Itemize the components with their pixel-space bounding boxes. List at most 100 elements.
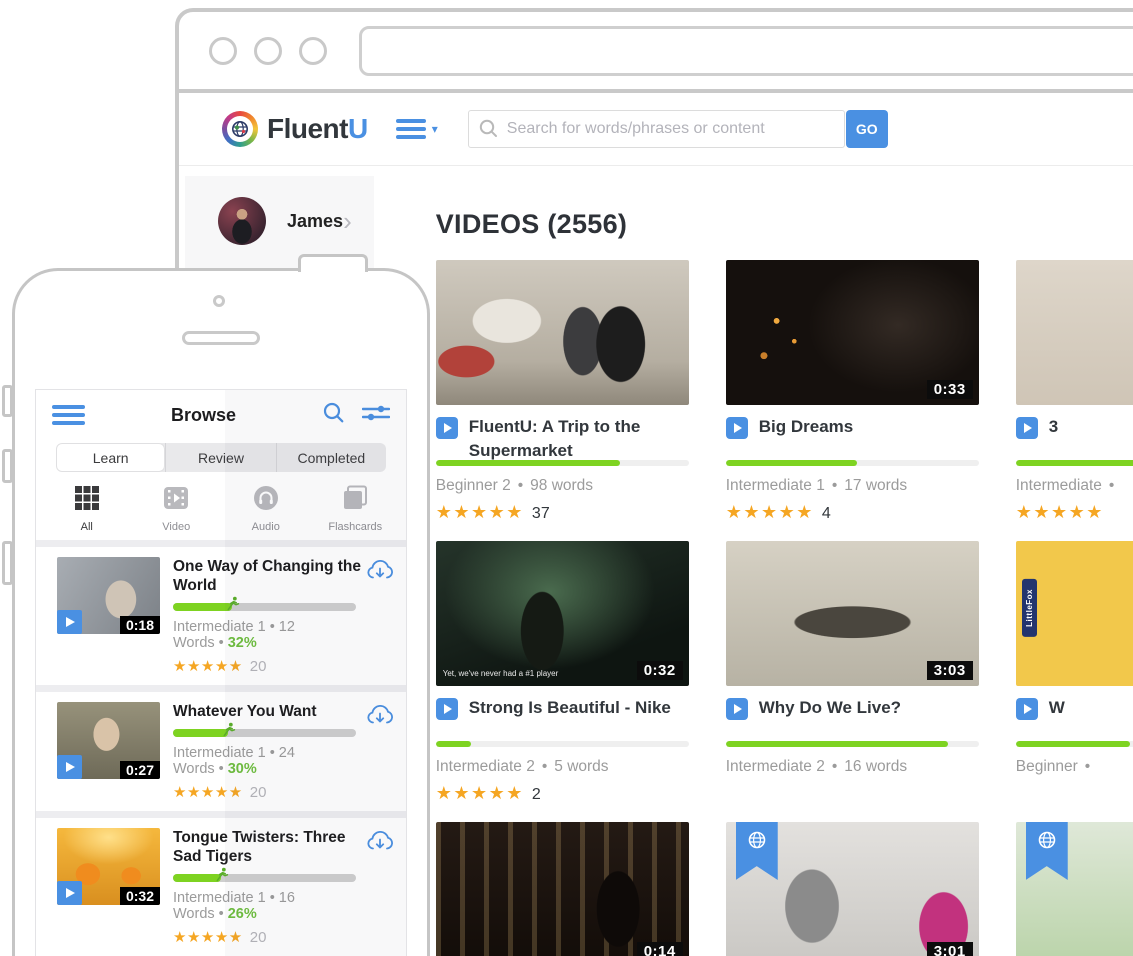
app-title: Browse [85,405,322,426]
video-thumbnail[interactable] [436,260,689,405]
lesson-thumbnail[interactable]: 0:27 [57,702,160,779]
audio-icon [253,485,279,516]
progress-bar [436,741,689,747]
video-card: Yet, we've never had a #1 player 0:32 St… [436,541,689,822]
progress-percent: 32% [228,635,257,651]
rating-count: 20 [250,658,267,675]
download-cloud-icon[interactable] [366,829,394,859]
video-meta: Intermediate 1•17 words [726,477,979,495]
app-hamburger-icon[interactable] [52,405,85,425]
progress-bar [173,729,356,737]
filter-video[interactable]: Video [141,485,211,533]
video-grid: FluentU: A Trip to the Supermarket Begin… [436,260,1133,956]
filter-flashcards[interactable]: Flashcards [320,485,390,533]
video-title-row[interactable]: Why Do We Live? [726,686,979,734]
phone-screen: Browse Learn Review Completed [35,389,407,956]
window-button-maximize[interactable] [299,37,327,65]
video-title-row[interactable]: Big Dreams [726,405,979,453]
star-icons: ★★★★★ [173,784,243,801]
window-button-minimize[interactable] [254,37,282,65]
download-cloud-icon[interactable] [366,558,394,588]
runner-icon [221,722,236,742]
video-card: 3:03 Why Do We Live? Intermediate 2•16 w… [726,541,979,822]
star-icons: ★★★★★ [436,783,524,803]
runner-icon [225,596,240,616]
search-go-button[interactable]: GO [846,110,888,148]
tab-review[interactable]: Review [165,443,275,472]
video-thumbnail[interactable]: 0:33 [726,260,979,405]
video-thumbnail[interactable]: 0:14 [436,822,689,956]
flashcards-icon [342,485,368,516]
lesson-row[interactable]: 0:32 Tongue Twisters: Three Sad Tigers I… [36,818,406,956]
progress-fill [173,603,232,611]
progress-percent: 26% [228,906,257,922]
lesson-row[interactable]: 0:27 Whatever You Want Intermediate 1•24… [36,692,406,811]
nav-menu-button[interactable]: ▾ [396,119,438,139]
video-card: 3:01 [726,822,979,956]
duration-badge: 0:18 [120,616,160,634]
video-thumbnail[interactable]: Yet, we've never had a #1 player 0:32 [436,541,689,686]
rating-row: ★★★★★ 37 [436,502,689,523]
progress-bar [173,874,356,882]
play-icon [726,417,748,439]
video-thumbnail[interactable]: 3:03 [726,541,979,686]
rating-row: ★★★★★20 [173,928,364,946]
window-button-close[interactable] [209,37,237,65]
lesson-thumbnail[interactable]: 0:18 [57,557,160,634]
lesson-meta: Intermediate 1•12 Words•32% [173,619,364,651]
video-title: Big Dreams [759,415,853,453]
video-card: 0:14 [436,822,689,956]
littlefox-logo: LittleFox [1022,579,1037,637]
search-input[interactable] [468,110,845,148]
star-icons: ★★★★★ [436,502,524,522]
lesson-title: Whatever You Want [173,702,364,721]
lesson-thumbnail[interactable]: 0:32 [57,828,160,905]
video-thumbnail[interactable] [1016,822,1133,956]
video-icon [163,485,189,516]
video-card: 3 Intermediate• ★★★★★ [1016,260,1133,541]
video-title-row[interactable]: 3 [1016,405,1133,453]
site-search: GO [468,110,888,148]
fluentu-logo[interactable]: FluentU [222,111,368,147]
sidebar-user-row[interactable]: James › [185,197,374,245]
video-title-row[interactable]: Strong Is Beautiful - Nike [436,686,689,734]
lesson-title: Tongue Twisters: Three Sad Tigers [173,828,364,866]
filter-audio[interactable]: Audio [231,485,301,533]
video-meta: Beginner 2•98 words [436,477,689,495]
video-thumbnail[interactable]: 3:01 [726,822,979,956]
video-card: 0:33 Big Dreams Intermediate 1•17 words … [726,260,979,541]
download-cloud-icon[interactable] [366,703,394,733]
progress-bar [726,460,979,466]
caret-down-icon: ▾ [432,122,438,136]
rating-count: 37 [532,505,550,522]
video-thumbnail[interactable] [1016,260,1133,405]
video-title: FluentU: A Trip to the Supermarket [469,415,689,453]
lesson-meta: Intermediate 1•24 Words•30% [173,745,364,777]
browser-chrome [179,12,1133,93]
rating-row: ★★★★★ 20 [173,783,364,801]
play-icon [57,881,82,905]
app-search-icon[interactable] [322,401,346,430]
rating-count: 4 [822,505,831,522]
segmented-control: Learn Review Completed [56,443,386,472]
rating-count: 20 [250,784,267,801]
video-meta: Intermediate• [1016,477,1133,495]
progress-fill [1016,741,1130,747]
video-thumbnail[interactable]: LittleFox [1016,541,1133,686]
url-bar[interactable] [359,26,1133,76]
app-filter-icon[interactable] [362,402,390,429]
tab-completed[interactable]: Completed [276,443,386,472]
filter-all[interactable]: All [52,485,122,533]
main-content: VIDEOS (2556) FluentU: A Trip to the Sup… [374,166,1133,956]
app-header: Browse [36,390,406,440]
lesson-row[interactable]: 0:18 One Way of Changing the World Inter… [36,547,406,685]
phone-volume-down-button [2,541,13,585]
progress-fill [726,460,858,466]
video-title-row[interactable]: FluentU: A Trip to the Supermarket [436,405,689,453]
play-icon [1016,698,1038,720]
video-title-row[interactable]: W [1016,686,1133,734]
play-icon [436,698,458,720]
site-header: FluentU ▾ GO [179,93,1133,166]
tab-learn[interactable]: Learn [56,443,165,472]
star-icons: ★★★★★ [726,502,814,522]
